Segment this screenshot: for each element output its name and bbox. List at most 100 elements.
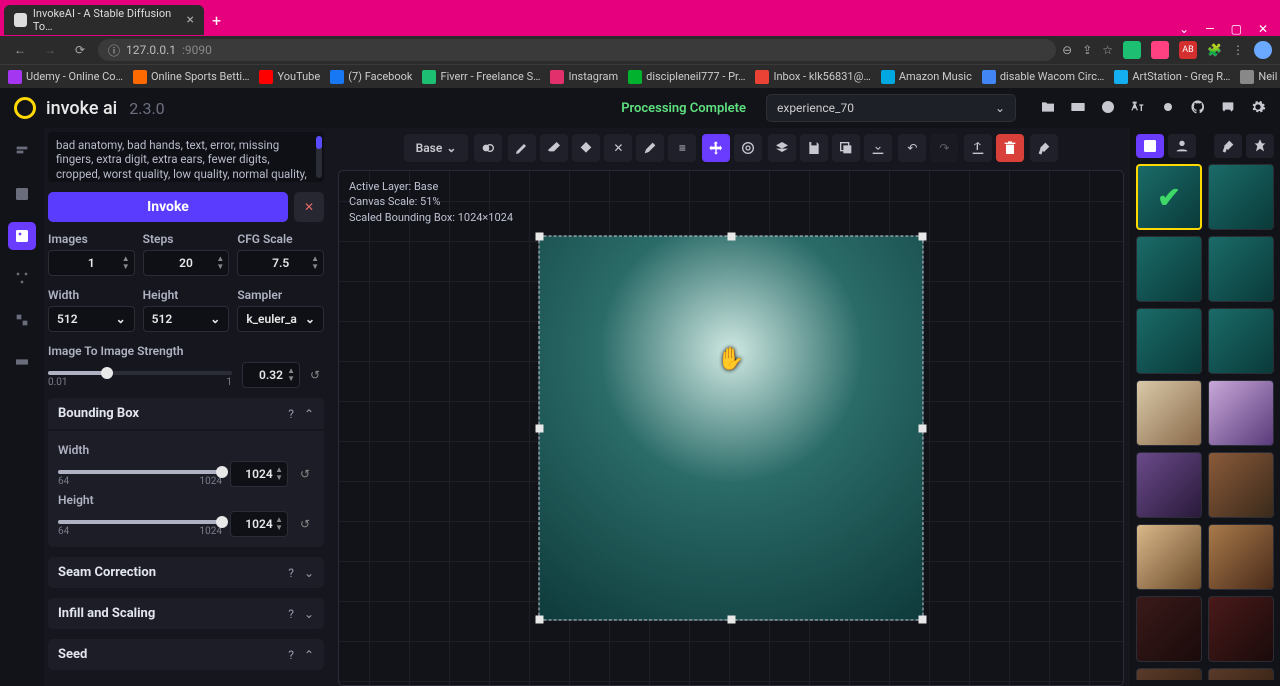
- menu-icon[interactable]: ⋮: [1232, 43, 1244, 57]
- rail-canvas[interactable]: [8, 222, 36, 250]
- minimize-icon[interactable]: —: [1205, 22, 1214, 36]
- color-picker-icon[interactable]: [636, 134, 664, 162]
- extension-icon[interactable]: [1151, 41, 1169, 59]
- undo-icon[interactable]: ↶: [898, 134, 926, 162]
- model-select[interactable]: experience_70 ⌄: [766, 94, 1016, 122]
- gallery-thumbnail[interactable]: [1136, 524, 1202, 590]
- resize-handle[interactable]: [536, 424, 544, 432]
- resize-handle[interactable]: [536, 233, 544, 241]
- gallery-tab-results[interactable]: [1136, 134, 1164, 158]
- info-icon[interactable]: ?: [288, 648, 294, 662]
- url-input[interactable]: ⓘ 127.0.0.1:9090: [98, 39, 1056, 61]
- rail-txt2img[interactable]: [8, 138, 36, 166]
- browser-tab[interactable]: InvokeAI - A Stable Diffusion To… ×: [4, 5, 204, 35]
- extension-icon[interactable]: AB: [1179, 41, 1197, 59]
- info-icon[interactable]: ?: [288, 566, 294, 580]
- reload-button[interactable]: ⟳: [68, 38, 92, 62]
- extensions-menu-icon[interactable]: 🧩: [1207, 43, 1222, 57]
- discord-icon[interactable]: [1220, 99, 1236, 118]
- invoke-button[interactable]: Invoke: [48, 192, 288, 222]
- bookmark-item[interactable]: Amazon Music: [881, 70, 972, 84]
- gallery-settings-icon[interactable]: [1214, 134, 1242, 158]
- resize-handle[interactable]: [919, 424, 927, 432]
- new-tab-button[interactable]: +: [204, 11, 229, 30]
- canvas-viewport[interactable]: Active Layer: Base Canvas Scale: 51% Sca…: [338, 170, 1124, 686]
- bookmark-item[interactable]: Neil Fontaine | CGS…: [1240, 70, 1280, 84]
- rail-postprocess[interactable]: [8, 306, 36, 334]
- reset-view-icon[interactable]: [734, 134, 762, 162]
- infill-scaling-header[interactable]: Infill and Scaling ?⌄: [48, 598, 324, 629]
- bb-width-input[interactable]: 1024▲▼: [230, 461, 288, 487]
- close-window-icon[interactable]: ✕: [1258, 22, 1268, 36]
- gallery-thumbnail[interactable]: [1208, 308, 1274, 374]
- gallery-thumbnail[interactable]: [1136, 452, 1202, 518]
- bookmark-item[interactable]: (7) Facebook: [330, 70, 412, 84]
- profile-avatar[interactable]: [1254, 41, 1272, 59]
- brush-tool-icon[interactable]: [508, 134, 536, 162]
- move-tool-icon[interactable]: [702, 134, 730, 162]
- height-select[interactable]: 512⌄: [143, 306, 230, 332]
- gallery-tab-uploads[interactable]: [1168, 134, 1196, 158]
- rail-nodes[interactable]: [8, 264, 36, 292]
- close-icon[interactable]: ×: [187, 12, 194, 28]
- bookmark-item[interactable]: Inbox - klk56831@…: [755, 70, 870, 84]
- gallery-thumbnail[interactable]: ✔: [1136, 164, 1202, 230]
- images-input[interactable]: 1▲▼: [48, 250, 135, 276]
- copy-canvas-icon[interactable]: [832, 134, 860, 162]
- merge-layers-icon[interactable]: [768, 134, 796, 162]
- bb-width-slider[interactable]: [58, 470, 222, 474]
- zoom-icon[interactable]: ⊖: [1062, 43, 1072, 57]
- gallery-thumbnail[interactable]: [1136, 380, 1202, 446]
- rail-training[interactable]: [8, 348, 36, 376]
- reset-icon[interactable]: ↺: [296, 517, 314, 531]
- fill-tool-icon[interactable]: [572, 134, 600, 162]
- site-info-icon[interactable]: ⓘ: [108, 42, 120, 59]
- gallery-pin-icon[interactable]: [1246, 134, 1274, 158]
- bookmark-item[interactable]: disable Wacom Circ…: [982, 70, 1105, 84]
- bookmark-item[interactable]: YouTube: [259, 70, 320, 84]
- chevron-down-icon[interactable]: ⌄: [304, 566, 314, 580]
- gallery-thumbnail[interactable]: [1136, 596, 1202, 662]
- scrollbar[interactable]: [316, 136, 322, 178]
- i2i-strength-slider[interactable]: [48, 371, 232, 375]
- clear-tool-icon[interactable]: ✕: [604, 134, 632, 162]
- chevron-up-icon[interactable]: ⌃: [304, 407, 314, 421]
- width-select[interactable]: 512⌄: [48, 306, 135, 332]
- steps-input[interactable]: 20▲▼: [143, 250, 230, 276]
- bounding-box-header[interactable]: Bounding Box ?⌃: [48, 398, 324, 429]
- bookmark-item[interactable]: Udemy - Online Co…: [8, 70, 123, 84]
- gallery-thumbnail[interactable]: [1208, 380, 1274, 446]
- resize-handle[interactable]: [919, 616, 927, 624]
- mask-toggle-icon[interactable]: [474, 134, 502, 162]
- gallery-thumbnail[interactable]: [1208, 164, 1274, 230]
- seed-header[interactable]: Seed ?⌃: [48, 639, 324, 670]
- gallery-thumbnail[interactable]: [1208, 524, 1274, 590]
- folder-icon[interactable]: [1040, 99, 1056, 118]
- redo-icon[interactable]: ↷: [930, 134, 958, 162]
- forward-button[interactable]: →: [38, 38, 62, 62]
- bookmark-item[interactable]: Instagram: [550, 70, 618, 84]
- chevron-down-icon[interactable]: ⌄: [1179, 22, 1189, 36]
- rail-img2img[interactable]: [8, 180, 36, 208]
- maximize-icon[interactable]: ▢: [1231, 22, 1242, 36]
- gallery-thumbnail[interactable]: [1136, 236, 1202, 302]
- extension-icon[interactable]: [1123, 41, 1141, 59]
- canvas-settings-icon[interactable]: [1030, 134, 1058, 162]
- chevron-up-icon[interactable]: ⌃: [304, 648, 314, 662]
- bookmark-item[interactable]: ArtStation - Greg R…: [1114, 70, 1230, 84]
- resize-handle[interactable]: [536, 616, 544, 624]
- bug-icon[interactable]: [1160, 99, 1176, 118]
- cancel-button[interactable]: ✕: [294, 192, 324, 222]
- canvas-image[interactable]: ✋: [539, 236, 924, 621]
- layer-select[interactable]: Base ⌄: [404, 134, 469, 162]
- reset-icon[interactable]: ↺: [306, 368, 324, 382]
- gallery-thumbnail[interactable]: [1208, 452, 1274, 518]
- github-icon[interactable]: [1190, 99, 1206, 118]
- negative-prompt-input[interactable]: bad anatomy, bad hands, text, error, mis…: [48, 132, 324, 182]
- keyboard-icon[interactable]: [1070, 99, 1086, 118]
- upload-icon[interactable]: [964, 134, 992, 162]
- resize-handle[interactable]: [727, 233, 735, 241]
- save-canvas-icon[interactable]: [800, 134, 828, 162]
- i2i-strength-input[interactable]: 0.32▲▼: [242, 362, 300, 388]
- delete-icon[interactable]: [996, 134, 1024, 162]
